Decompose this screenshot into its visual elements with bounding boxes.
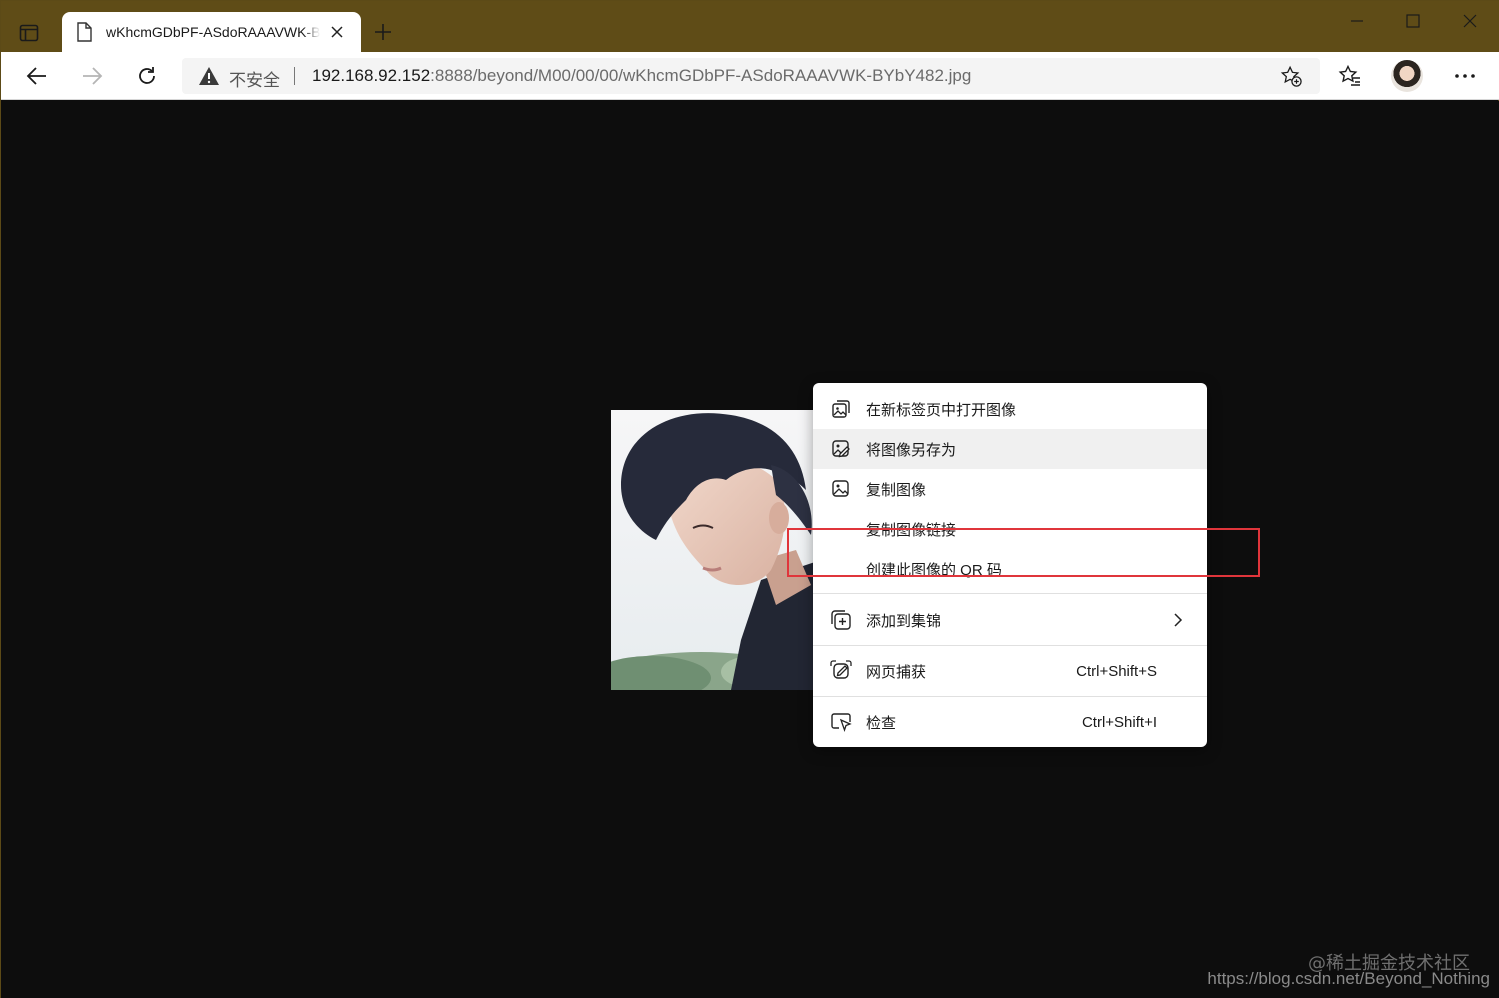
minimize-icon — [1351, 20, 1363, 22]
menu-divider — [813, 593, 1207, 594]
menu-item-label: 复制图像 — [866, 481, 927, 499]
minimize-button[interactable] — [1329, 1, 1385, 41]
refresh-button[interactable] — [130, 60, 164, 92]
back-button[interactable] — [20, 60, 54, 92]
menu-item-label: 检查 — [866, 714, 897, 732]
plus-icon — [375, 24, 391, 40]
menu-item-shortcut: Ctrl+Shift+I — [1081, 713, 1157, 731]
menu-item-web-capture[interactable]: 网页捕获 Ctrl+Shift+S — [813, 651, 1207, 691]
browser-toolbar: 不安全 192.168.92.152:8888/beyond/M00/00/00… — [1, 52, 1499, 100]
save-image-icon — [830, 438, 852, 460]
forward-arrow-icon — [83, 67, 103, 85]
not-secure-label[interactable]: 不安全 — [229, 66, 280, 91]
close-icon — [1463, 14, 1477, 28]
menu-item-save-image-as[interactable]: 将图像另存为 — [813, 429, 1207, 469]
chevron-right-icon — [1173, 612, 1187, 628]
menu-divider — [813, 645, 1207, 646]
new-tab-button[interactable] — [369, 18, 397, 46]
url-path: :8888/beyond/M00/00/00/wKhcmGDbPF-ASdoRA… — [430, 66, 972, 85]
url-host: 192.168.92.152 — [312, 66, 431, 85]
url-text[interactable]: 192.168.92.152:8888/beyond/M00/00/00/wKh… — [312, 66, 971, 86]
active-tab[interactable]: wKhcmGDbPF-ASdoRAAAVWK-BYbY482.jpg — [62, 12, 361, 52]
close-tab-icon[interactable] — [328, 23, 346, 41]
tab-actions-icon — [19, 24, 39, 42]
page-content — [1, 101, 1499, 998]
more-dots-icon — [1455, 74, 1475, 78]
web-capture-icon — [830, 660, 852, 682]
maximize-icon — [1406, 14, 1420, 28]
page-icon — [76, 22, 94, 42]
profile-avatar[interactable] — [1391, 60, 1423, 92]
add-favorite-icon[interactable] — [1280, 65, 1302, 87]
menu-item-label: 在新标签页中打开图像 — [866, 401, 1017, 419]
highlight-annotation — [787, 528, 1260, 577]
address-separator — [294, 67, 295, 85]
copy-image-icon — [830, 478, 852, 500]
inspect-icon — [830, 711, 852, 733]
close-window-button[interactable] — [1442, 1, 1498, 41]
watermark-csdn: https://blog.csdn.net/Beyond_Nothing — [1207, 969, 1490, 988]
forward-button[interactable] — [75, 60, 109, 92]
collections-icon — [830, 609, 852, 631]
menu-item-copy-image[interactable]: 复制图像 — [813, 469, 1207, 509]
refresh-icon — [139, 67, 155, 84]
menu-item-label: 添加到集锦 — [866, 612, 942, 630]
address-bar[interactable]: 不安全 192.168.92.152:8888/beyond/M00/00/00… — [182, 58, 1320, 94]
back-arrow-icon — [26, 67, 46, 85]
menu-item-label: 网页捕获 — [866, 663, 927, 681]
settings-more-button[interactable] — [1451, 62, 1479, 90]
tab-actions-button[interactable] — [15, 19, 43, 47]
open-in-new-tab-icon — [830, 398, 852, 420]
menu-item-add-to-collections[interactable]: 添加到集锦 — [813, 600, 1207, 640]
warning-icon[interactable] — [198, 66, 220, 86]
tab-title: wKhcmGDbPF-ASdoRAAAVWK-BYbY482.jpg — [106, 24, 320, 40]
menu-item-open-image-new-tab[interactable]: 在新标签页中打开图像 — [813, 389, 1207, 429]
maximize-button[interactable] — [1385, 1, 1441, 41]
menu-item-inspect[interactable]: 检查 Ctrl+Shift+I — [813, 702, 1207, 742]
favorites-button[interactable] — [1336, 62, 1364, 90]
menu-item-label: 将图像另存为 — [866, 441, 957, 459]
title-bar: wKhcmGDbPF-ASdoRAAAVWK-BYbY482.jpg — [1, 1, 1499, 52]
menu-item-shortcut: Ctrl+Shift+S — [1076, 662, 1157, 680]
menu-divider — [813, 696, 1207, 697]
browser-window: wKhcmGDbPF-ASdoRAAAVWK-BYbY482.jpg — [0, 0, 1499, 998]
favorites-icon — [1338, 64, 1360, 86]
